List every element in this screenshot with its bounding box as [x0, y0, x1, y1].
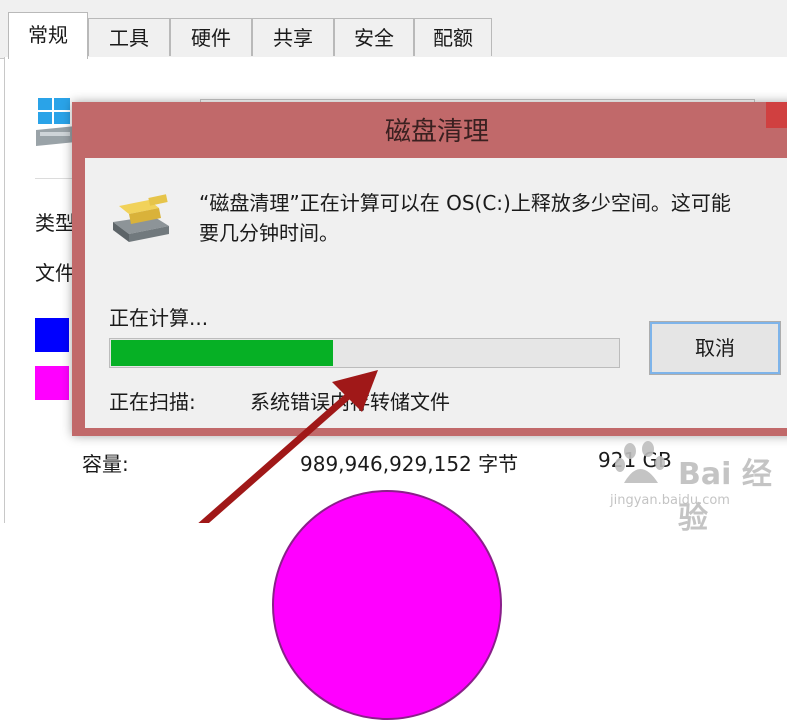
- properties-tab-bar: 常规 工具 硬件 共享 安全 配额: [0, 0, 787, 59]
- dialog-title: 磁盘清理: [384, 117, 489, 147]
- close-icon[interactable]: [766, 102, 787, 128]
- tab-quota[interactable]: 配额: [414, 18, 492, 56]
- annotation-arrow-icon: [198, 370, 378, 523]
- dialog-message: “磁盘清理”正在计算可以在 OS(C:)上释放多少空间。这可能 要几分钟时间。: [199, 191, 731, 245]
- used-space-swatch: [35, 318, 69, 352]
- tab-tools[interactable]: 工具: [88, 18, 170, 56]
- disk-usage-pie: [272, 490, 502, 720]
- disk-cleanup-icon: [113, 194, 169, 242]
- capacity-label: 容量:: [82, 452, 129, 476]
- cancel-button[interactable]: 取消: [649, 321, 781, 375]
- baidu-watermark: Bai 经验 jingyan.baidu.com: [610, 435, 787, 536]
- watermark-site: jingyan.baidu.com: [610, 493, 730, 508]
- tab-hardware[interactable]: 硬件: [170, 18, 252, 56]
- tab-general[interactable]: 常规: [8, 12, 88, 59]
- free-space-swatch: [35, 366, 69, 400]
- type-label: 类型: [35, 211, 75, 235]
- windows-drive-icon: [36, 98, 76, 146]
- filesystem-label: 文件: [35, 261, 75, 285]
- status-text: 正在计算...: [109, 306, 209, 330]
- baidu-paw-icon: [615, 441, 665, 483]
- tab-security[interactable]: 安全: [334, 18, 414, 56]
- tab-sharing[interactable]: 共享: [252, 18, 334, 56]
